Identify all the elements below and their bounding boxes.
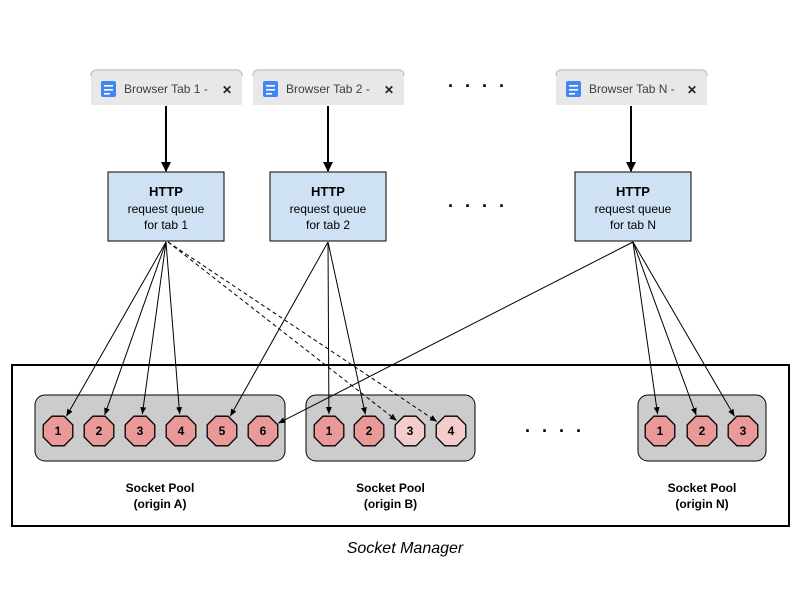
socket-1: 1	[313, 415, 345, 447]
queue-line1: request queue	[595, 202, 672, 216]
queue-line1: request queue	[290, 202, 367, 216]
socket-number: 2	[699, 424, 706, 438]
queue-title: HTTP	[616, 184, 650, 199]
pool-label: Socket Pool	[356, 481, 425, 495]
tab-title: Browser Tab N -	[589, 82, 675, 96]
socket-number: 4	[178, 424, 185, 438]
close-icon[interactable]: ✕	[222, 83, 232, 97]
socket-manager-label: Socket Manager	[347, 540, 464, 557]
socket-2: 2	[686, 415, 718, 447]
pool-origin: (origin A)	[134, 497, 187, 511]
socket-2: 2	[353, 415, 385, 447]
socket-number: 1	[55, 424, 62, 438]
queue-line2: for tab N	[610, 218, 656, 232]
pool-label: Socket Pool	[126, 481, 195, 495]
socket-number: 1	[326, 424, 333, 438]
queue-title: HTTP	[149, 184, 183, 199]
socket-number: 3	[740, 424, 747, 438]
close-icon[interactable]: ✕	[384, 83, 394, 97]
socket-number: 3	[407, 424, 414, 438]
browser-tab-1[interactable]: Browser Tab 1 - ✕	[90, 69, 243, 105]
socket-4: 4	[435, 415, 467, 447]
tab-title: Browser Tab 1 -	[124, 82, 208, 96]
pool-origin: (origin B)	[364, 497, 417, 511]
socket-3: 3	[124, 415, 156, 447]
socket-number: 2	[96, 424, 103, 438]
tab-title: Browser Tab 2 -	[286, 82, 370, 96]
socket-1: 1	[644, 415, 676, 447]
document-icon	[101, 81, 116, 97]
socket-3: 3	[394, 415, 426, 447]
queue-line2: for tab 1	[144, 218, 188, 232]
socket-number: 3	[137, 424, 144, 438]
queue-line1: request queue	[128, 202, 205, 216]
tabs-ellipsis: · · · ·	[448, 76, 508, 96]
socket-number: 6	[260, 424, 267, 438]
socket-diagram: Socket Manager Browser Tab 1 - ✕ Browser T…	[11, 69, 790, 557]
socket-number: 4	[448, 424, 455, 438]
queue-line2: for tab 2	[306, 218, 350, 232]
socket-1: 1	[42, 415, 74, 447]
queues-ellipsis: · · · ·	[448, 196, 508, 216]
pool-label: Socket Pool	[668, 481, 737, 495]
request-queue-3: HTTP request queue for tab N	[574, 171, 692, 242]
socket-3: 3	[727, 415, 759, 447]
socket-number: 5	[219, 424, 226, 438]
socket-6: 6	[247, 415, 279, 447]
document-icon	[263, 81, 278, 97]
socket-number: 1	[657, 424, 664, 438]
queue-title: HTTP	[311, 184, 345, 199]
socket-number: 2	[366, 424, 373, 438]
pools-ellipsis: · · · ·	[525, 421, 585, 441]
request-queue-2: HTTP request queue for tab 2	[269, 171, 387, 242]
document-icon	[566, 81, 581, 97]
pool-origin: (origin N)	[675, 497, 728, 511]
socket-4: 4	[165, 415, 197, 447]
request-queue-1: HTTP request queue for tab 1	[107, 171, 225, 242]
socket-5: 5	[206, 415, 238, 447]
close-icon[interactable]: ✕	[687, 83, 697, 97]
socket-2: 2	[83, 415, 115, 447]
browser-tab-2[interactable]: Browser Tab 2 - ✕	[252, 69, 405, 105]
browser-tab-3[interactable]: Browser Tab N - ✕	[555, 69, 708, 105]
